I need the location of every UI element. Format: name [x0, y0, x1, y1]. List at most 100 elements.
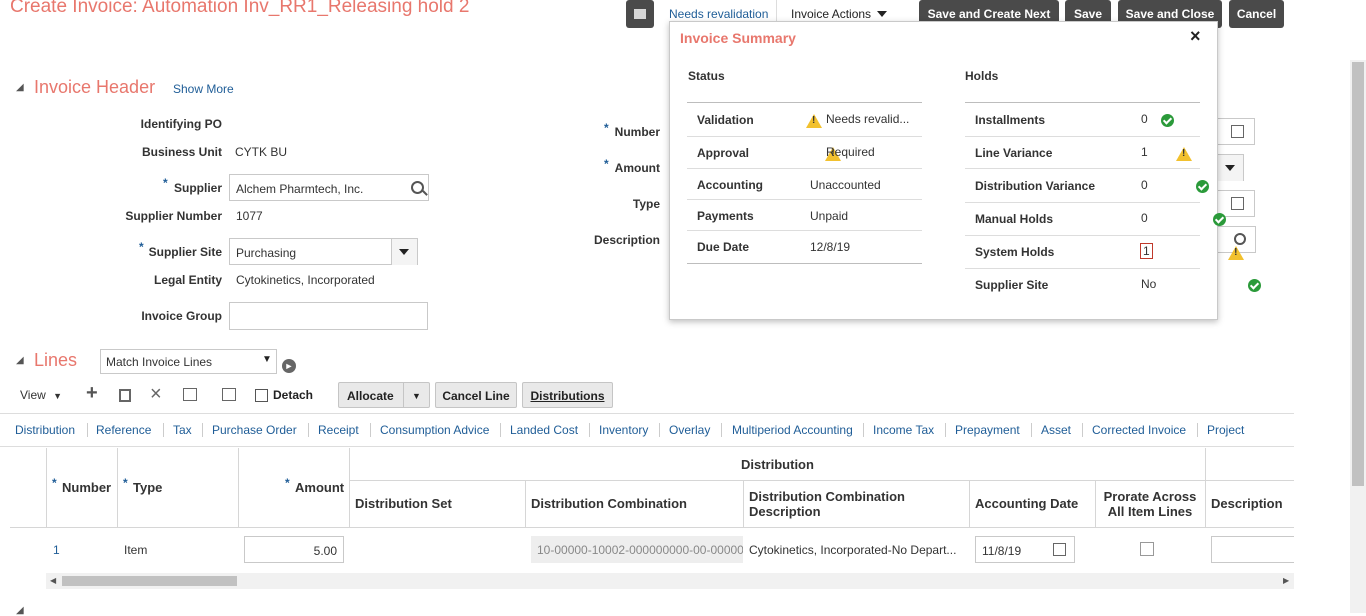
line-number-link[interactable]: 1 — [53, 543, 60, 557]
column-header-type[interactable]: Type — [133, 480, 162, 495]
column-header-number[interactable]: Number — [62, 480, 111, 495]
holds-label-distribution-variance: Distribution Variance — [975, 179, 1096, 193]
holds-value-distribution-variance: 0 — [1141, 178, 1148, 192]
cancel-line-button[interactable]: Cancel Line — [435, 382, 517, 408]
holds-value-line-variance[interactable]: 1 — [1141, 145, 1148, 159]
collapse-triangle-icon[interactable]: ◢ — [16, 82, 24, 93]
column-header-distribution-set[interactable]: Distribution Set — [355, 496, 452, 511]
tab-overlay[interactable]: Overlay — [669, 423, 710, 437]
search-icon-handle — [422, 190, 428, 196]
line-type-value: Item — [124, 543, 148, 557]
tab-separator — [945, 423, 946, 437]
calendar-icon[interactable] — [1231, 197, 1244, 210]
collapse-triangle-icon[interactable]: ◢ — [16, 355, 24, 366]
column-header-description[interactable]: Description — [1211, 496, 1283, 511]
tab-separator — [163, 423, 164, 437]
calendar-icon[interactable] — [1231, 125, 1244, 138]
unaccounted-link[interactable]: Unaccounted — [810, 178, 881, 192]
scroll-right-icon[interactable]: ▶ — [1283, 576, 1289, 585]
distribution-combination-field[interactable]: 10-00000-10002-000000000-00-00000 — [531, 536, 743, 563]
delete-icon[interactable]: × — [150, 383, 162, 406]
scroll-left-icon[interactable]: ◀ — [50, 576, 56, 585]
supplier-site-label: Supplier Site — [148, 245, 222, 259]
tab-distribution[interactable]: Distribution — [15, 423, 75, 437]
supplier-number-value: 1077 — [236, 209, 263, 223]
distribution-group-header: Distribution — [741, 457, 814, 472]
tab-corrected-invoice[interactable]: Corrected Invoice — [1092, 423, 1186, 437]
tab-separator — [659, 423, 660, 437]
chevron-down-icon[interactable]: ▼ — [412, 383, 421, 409]
distribution-combination-description-value: Cytokinetics, Incorporated-No Depart... — [749, 543, 957, 557]
status-label-due-date: Due Date — [697, 240, 750, 254]
invoice-summary-popup: Invoice Summary × Status Holds Validatio… — [669, 21, 1262, 320]
allocate-button[interactable]: Allocate ▼ — [338, 382, 430, 408]
line-amount-input[interactable]: 5.00 — [244, 536, 344, 563]
holds-label-line-variance: Line Variance — [975, 146, 1053, 160]
status-heading: Status — [688, 69, 725, 83]
tab-landed-cost[interactable]: Landed Cost — [510, 423, 578, 437]
tab-project[interactable]: Project — [1207, 423, 1244, 437]
tab-inventory[interactable]: Inventory — [599, 423, 648, 437]
tab-tax[interactable]: Tax — [173, 423, 192, 437]
accounting-date-input[interactable]: 11/8/19 — [975, 536, 1075, 563]
tab-prepayment[interactable]: Prepayment — [955, 423, 1020, 437]
column-header-amount[interactable]: Amount — [295, 480, 344, 495]
tab-asset[interactable]: Asset — [1041, 423, 1071, 437]
supplier-site-dropdown[interactable] — [391, 239, 417, 265]
invoice-actions-label: Invoice Actions — [791, 7, 872, 21]
distributions-button[interactable]: Distributions — [522, 382, 613, 408]
column-header-distribution-combination-description[interactable]: Distribution Combination Description — [749, 489, 959, 519]
cancel-button[interactable]: Cancel — [1229, 0, 1284, 28]
add-icon[interactable]: + — [86, 382, 98, 405]
match-invoice-lines-select[interactable]: Match Invoice Lines ▼ — [100, 349, 277, 374]
close-icon[interactable]: × — [1190, 26, 1201, 47]
horizontal-scrollbar-thumb[interactable] — [62, 576, 237, 586]
duplicate-icon[interactable] — [119, 389, 131, 402]
tab-reference[interactable]: Reference — [96, 423, 151, 437]
summary-icon-button[interactable] — [626, 0, 654, 28]
table-row[interactable]: 1 Item 5.00 10-00000-10002-000000000-00-… — [10, 528, 1294, 572]
supplier-site-select[interactable]: Purchasing — [229, 238, 418, 265]
tab-separator — [308, 423, 309, 437]
tab-receipt[interactable]: Receipt — [318, 423, 359, 437]
holds-value-system-holds[interactable]: 1 — [1140, 243, 1153, 259]
required-marker: * — [285, 476, 290, 490]
chevron-down-icon: ▼ — [53, 391, 63, 401]
tab-separator — [589, 423, 590, 437]
divider — [687, 168, 922, 169]
collapse-triangle-icon[interactable]: ◢ — [16, 605, 24, 616]
column-header-distribution-combination[interactable]: Distribution Combination — [531, 496, 687, 511]
go-arrow-icon[interactable]: ► — [282, 359, 296, 373]
tab-purchase-order[interactable]: Purchase Order — [212, 423, 297, 437]
show-more-link[interactable]: Show More — [173, 82, 234, 96]
tab-separator — [721, 423, 722, 437]
tab-consumption-advice[interactable]: Consumption Advice — [380, 423, 489, 437]
horizontal-scrollbar[interactable]: ◀ ▶ — [46, 573, 1294, 589]
check-icon — [1248, 279, 1262, 293]
column-header-prorate[interactable]: Prorate Across All Item Lines — [1099, 489, 1201, 519]
grid-line — [743, 481, 744, 528]
status-value-payments: Unpaid — [810, 209, 849, 223]
tab-income-tax[interactable]: Income Tax — [873, 423, 934, 437]
grid-line — [350, 480, 1294, 481]
vertical-scrollbar-thumb[interactable] — [1352, 62, 1364, 486]
edit-icon[interactable] — [222, 388, 236, 401]
grid-line — [46, 448, 47, 528]
grid-line — [525, 481, 526, 528]
split-icon[interactable] — [183, 388, 197, 401]
tab-separator — [1082, 423, 1083, 437]
grid-line — [1205, 448, 1206, 528]
allocate-label: Allocate — [347, 389, 394, 403]
prorate-checkbox[interactable] — [1140, 542, 1154, 556]
invoice-group-input[interactable] — [229, 302, 428, 330]
needs-revalidation-link[interactable]: Needs revalidation — [669, 7, 768, 21]
calendar-icon[interactable] — [1053, 543, 1066, 556]
search-icon[interactable] — [1234, 233, 1246, 245]
line-description-input[interactable] — [1211, 536, 1294, 563]
supplier-input[interactable]: Alchem Pharmtech, Inc. — [229, 174, 429, 201]
currency-dropdown[interactable] — [1217, 155, 1243, 181]
tab-multiperiod-accounting[interactable]: Multiperiod Accounting — [732, 423, 853, 437]
column-header-accounting-date[interactable]: Accounting Date — [975, 496, 1078, 511]
detach-button[interactable]: Detach — [255, 388, 313, 403]
view-menu[interactable]: View ▼ — [20, 388, 62, 402]
